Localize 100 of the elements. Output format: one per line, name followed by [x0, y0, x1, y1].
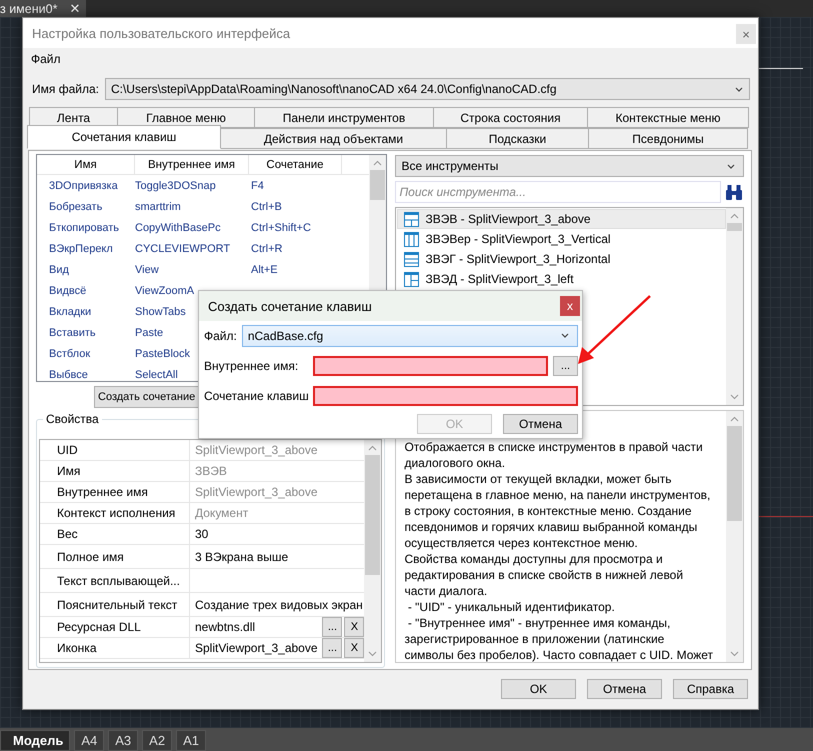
- property-action-button[interactable]: X: [344, 617, 364, 637]
- table-cell: 3DОпривязка: [49, 180, 118, 192]
- table-cell: SelectAll: [135, 368, 178, 380]
- property-value[interactable]: 3 ВЭкрана выше: [195, 550, 364, 564]
- layout-tab[interactable]: A1: [176, 730, 206, 751]
- tool-label: ЗВЭВер - SplitViewport_3_Vertical: [425, 232, 611, 246]
- tool-list-item[interactable]: ЗВЭВ - SplitViewport_3_above: [397, 209, 726, 229]
- scroll-up-icon[interactable]: [730, 213, 739, 219]
- column-header[interactable]: Сочетание: [249, 155, 342, 174]
- dialog-title: Создать сочетание клавиш: [208, 298, 372, 314]
- table-cell: smarttrim: [135, 200, 181, 212]
- window-title: Настройка пользовательского интерфейса: [32, 26, 290, 40]
- viewport-icon: [403, 270, 420, 288]
- property-action-button[interactable]: ...: [322, 638, 342, 658]
- layout-tab[interactable]: Модель: [0, 730, 70, 751]
- property-name: Внутреннее имя: [40, 482, 190, 502]
- property-name: Контекст исполнения: [40, 503, 190, 523]
- table-cell: Ctrl+R: [251, 242, 282, 254]
- tab[interactable]: Действия над объектами: [220, 128, 447, 149]
- table-cell: Ctrl+B: [251, 200, 282, 212]
- property-value: Документ: [195, 506, 250, 520]
- tool-label: ЗВЭД - SplitViewport_3_left: [425, 272, 574, 286]
- dialog-button[interactable]: Справка: [673, 679, 748, 699]
- menu-item[interactable]: Файл: [31, 52, 61, 66]
- chevron-icon: [561, 333, 569, 338]
- description-text: В зависимости от текущей вкладки, может быть перетащена в главное меню, на панели инструментов, в строку состояния, в контекстные меню. Создание псевдонимов и горячих клавиш выбранной команды осуществляется через контекстное меню.: [404, 471, 712, 551]
- tool-list-item[interactable]: ЗВЭГ - SplitViewport_3_Horizontal: [397, 249, 726, 269]
- layout-tab[interactable]: A4: [74, 730, 104, 751]
- tab[interactable]: Контекстные меню: [587, 107, 749, 128]
- property-name: Полное имя: [40, 545, 190, 568]
- tab[interactable]: Строка состояния: [433, 107, 588, 128]
- table-cell: F4: [251, 180, 264, 192]
- dialog-button[interactable]: Отмена: [587, 679, 662, 699]
- field-label: Внутреннее имя:: [204, 358, 300, 372]
- scrollbar-thumb[interactable]: [365, 455, 380, 575]
- tab[interactable]: Подсказки: [446, 128, 589, 149]
- browse-button[interactable]: ...: [553, 356, 578, 376]
- field-label: Сочетание клавиш: [204, 388, 308, 402]
- tool-list-item[interactable]: ЗВЭВер - SplitViewport_3_Vertical: [397, 229, 726, 249]
- create-shortcut-button[interactable]: Создать сочетание: [94, 386, 200, 408]
- property-action-button[interactable]: ...: [322, 617, 342, 637]
- table-cell: Вид: [49, 264, 69, 276]
- category-dropdown[interactable]: Все инструменты: [395, 155, 744, 177]
- close-button[interactable]: x: [560, 296, 580, 316]
- search-field[interactable]: Поиск инструмента...: [395, 181, 721, 203]
- property-value[interactable]: newbtns.dll: [195, 620, 320, 634]
- scrollbar-thumb[interactable]: [370, 170, 386, 200]
- table-cell: View: [135, 264, 159, 276]
- scroll-down-icon[interactable]: [730, 394, 739, 400]
- shortcut-field[interactable]: [313, 386, 578, 406]
- layout-tab[interactable]: A3: [108, 730, 138, 751]
- tab[interactable]: Сочетания клавиш: [27, 125, 221, 149]
- column-header[interactable]: Внутреннее имя: [135, 155, 249, 174]
- viewport-icon: [403, 230, 420, 248]
- table-cell: Вставить: [49, 326, 96, 338]
- table-cell: Paste: [135, 326, 164, 338]
- scroll-up-icon[interactable]: [368, 445, 378, 451]
- table-cell: Бткопировать: [49, 222, 120, 234]
- property-value[interactable]: 30: [195, 527, 364, 541]
- property-name: UID: [40, 440, 190, 460]
- file-dropdown[interactable]: C:\Users\stepi\AppData\Roaming\Nanosoft\nanoCAD x64 24.0\Config\nanoCAD.cfg: [104, 78, 750, 100]
- group-title: Свойства: [45, 412, 100, 426]
- scrollbar[interactable]: [364, 440, 382, 662]
- property-name: Пояснительный текст: [40, 593, 190, 616]
- chevron-icon: [735, 86, 743, 92]
- scroll-up-icon[interactable]: [373, 160, 382, 166]
- table-cell: CYCLEVIEWPORT: [135, 242, 230, 254]
- scrollbar[interactable]: [726, 208, 743, 405]
- table-cell: Выбвсе: [49, 368, 88, 380]
- scrollbar[interactable]: [726, 411, 743, 662]
- property-name: Текст всплывающей...: [40, 569, 190, 592]
- tab[interactable]: Псевдонимы: [588, 128, 748, 149]
- file-dropdown[interactable]: nCadBase.cfg: [242, 324, 578, 346]
- property-value[interactable]: SplitViewport_3_above: [195, 641, 320, 655]
- close-button[interactable]: ×: [736, 24, 756, 44]
- dialog-button[interactable]: OK: [501, 679, 576, 699]
- property-action-button[interactable]: X: [344, 638, 364, 658]
- property-name: Ресурсная DLL: [40, 617, 190, 637]
- column-header[interactable]: Имя: [37, 155, 135, 174]
- binoculars-icon[interactable]: [724, 184, 744, 200]
- close-button[interactable]: ✕: [69, 1, 80, 16]
- scroll-up-icon[interactable]: [730, 416, 739, 422]
- document-tab[interactable]: з имени0* ✕: [0, 0, 86, 17]
- description-text: - "UID" - уникальный идентификатор.: [406, 599, 616, 615]
- layout-tab[interactable]: A2: [142, 730, 172, 751]
- cancel-button[interactable]: Отмена: [503, 414, 578, 434]
- scroll-down-icon[interactable]: [368, 651, 378, 657]
- property-value[interactable]: Создание трех видовых экран: [195, 598, 364, 612]
- scrollbar-thumb[interactable]: [727, 223, 742, 231]
- table-cell: Alt+E: [251, 264, 278, 276]
- table-cell: ВЭкрПерекл: [49, 242, 113, 254]
- property-name: Иконка: [40, 638, 190, 658]
- tab[interactable]: Панели инструментов: [254, 107, 434, 128]
- table-cell: ShowTabs: [135, 306, 186, 318]
- field-label: Имя файла:: [32, 82, 99, 96]
- tool-list-item[interactable]: ЗВЭД - SplitViewport_3_left: [397, 269, 726, 289]
- internal-name-field[interactable]: [313, 356, 548, 376]
- scrollbar-thumb[interactable]: [727, 426, 742, 521]
- scroll-down-icon[interactable]: [730, 651, 739, 657]
- description-text: Свойства команды доступны для просмотра и редактирования в списке свойств в нижней левой части диалога.: [404, 551, 684, 599]
